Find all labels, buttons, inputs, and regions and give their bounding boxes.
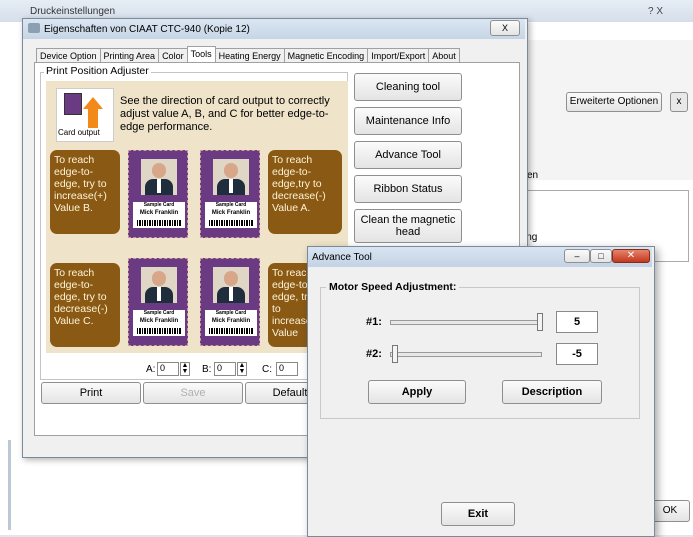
motor-1-value[interactable]: 5 <box>556 311 598 333</box>
apply-button[interactable]: Apply <box>368 380 466 404</box>
background-frame-bottom <box>8 440 11 530</box>
advance-tool-button[interactable]: Advance Tool <box>354 141 462 169</box>
card-output-label: Card output <box>58 128 100 137</box>
background-window-title: Druckeinstellungen <box>30 6 116 17</box>
card-barcode <box>137 328 181 334</box>
adjuster-instructions: See the direction of card output to corr… <box>120 95 330 133</box>
tab-printing-area[interactable]: Printing Area <box>99 48 160 63</box>
card-barcode <box>209 220 253 226</box>
hint-increase-b: To reach edge-to-edge, try to increase(+… <box>50 150 120 234</box>
motor-speed-group-label: Motor Speed Adjustment: <box>326 281 460 293</box>
tab-heating-energy[interactable]: Heating Energy <box>214 48 285 63</box>
ribbon-status-button[interactable]: Ribbon Status <box>354 175 462 203</box>
value-c-input[interactable]: 0 <box>276 362 298 376</box>
motor-2-label: #2: <box>366 348 382 360</box>
advance-tool-title: Advance Tool <box>312 252 372 263</box>
value-a-stepper[interactable]: ▲ ▼ <box>180 362 190 376</box>
print-button[interactable]: Print <box>41 382 141 404</box>
save-button[interactable]: Save <box>143 382 243 404</box>
motor-1-label: #1: <box>366 316 382 328</box>
tab-color[interactable]: Color <box>158 48 188 63</box>
tab-about[interactable]: About <box>428 48 460 63</box>
motor-2-slider-thumb[interactable] <box>392 345 398 363</box>
sample-card-bottom-right: Sample Card Mick Franklin <box>200 258 260 346</box>
motor-1-slider-thumb[interactable] <box>537 313 543 331</box>
clean-magnetic-head-button[interactable]: Clean the magnetic head <box>354 209 462 243</box>
tab-device-option[interactable]: Device Option <box>36 48 101 63</box>
value-a-input[interactable]: 0 <box>157 362 179 376</box>
motor-2-slider-track[interactable] <box>390 352 542 357</box>
motor-1-slider-track[interactable] <box>390 320 542 325</box>
card-barcode <box>137 220 181 226</box>
tab-magnetic-encoding[interactable]: Magnetic Encoding <box>283 48 369 63</box>
sample-card-top-right: Sample Card Mick Franklin <box>200 150 260 238</box>
card-photo <box>141 159 177 195</box>
tab-tools[interactable]: Tools <box>186 46 216 63</box>
properties-title: Eigenschaften von CIAAT CTC-940 (Kopie 1… <box>44 24 250 35</box>
card-output-icon <box>64 93 82 115</box>
hint-decrease-a: To reach edge-to-edge,try to decrease(-)… <box>268 150 342 234</box>
card-barcode <box>209 328 253 334</box>
card-photo <box>141 267 177 303</box>
value-b-stepper[interactable]: ▲ ▼ <box>237 362 247 376</box>
background-title-controls[interactable]: ? X <box>648 6 663 17</box>
sample-card-top-left: Sample Card Mick Franklin <box>128 150 188 238</box>
background-text-en: en <box>527 170 539 181</box>
arrow-up-stem <box>88 108 98 128</box>
tab-import-export[interactable]: Import/Export <box>367 48 430 63</box>
background-ok-button[interactable]: OK <box>650 500 690 522</box>
adjuster-group-label: Print Position Adjuster <box>44 65 151 77</box>
hint-decrease-c: To reach edge-to-edge, try to decrease(-… <box>50 263 120 347</box>
card-photo <box>213 267 249 303</box>
maintenance-info-button[interactable]: Maintenance Info <box>354 107 462 135</box>
properties-close-button[interactable]: X <box>490 20 520 36</box>
card-photo <box>213 159 249 195</box>
value-b-label: B: <box>202 364 212 375</box>
exit-button[interactable]: Exit <box>441 502 515 526</box>
advanced-options-button[interactable]: Erweiterte Optionen <box>566 92 662 112</box>
advance-minimize-button[interactable]: – <box>564 249 590 263</box>
value-b-input[interactable]: 0 <box>214 362 236 376</box>
value-c-label: C: <box>262 364 272 375</box>
sample-card-bottom-left: Sample Card Mick Franklin <box>128 258 188 346</box>
advance-maximize-button[interactable]: □ <box>590 249 612 263</box>
advance-close-button[interactable]: ✕ <box>612 249 650 263</box>
background-close-button[interactable]: x <box>670 92 688 112</box>
value-a-label: A: <box>146 364 156 375</box>
printer-icon <box>28 23 40 33</box>
cleaning-tool-button[interactable]: Cleaning tool <box>354 73 462 101</box>
motor-2-value[interactable]: -5 <box>556 343 598 365</box>
description-button[interactable]: Description <box>502 380 602 404</box>
